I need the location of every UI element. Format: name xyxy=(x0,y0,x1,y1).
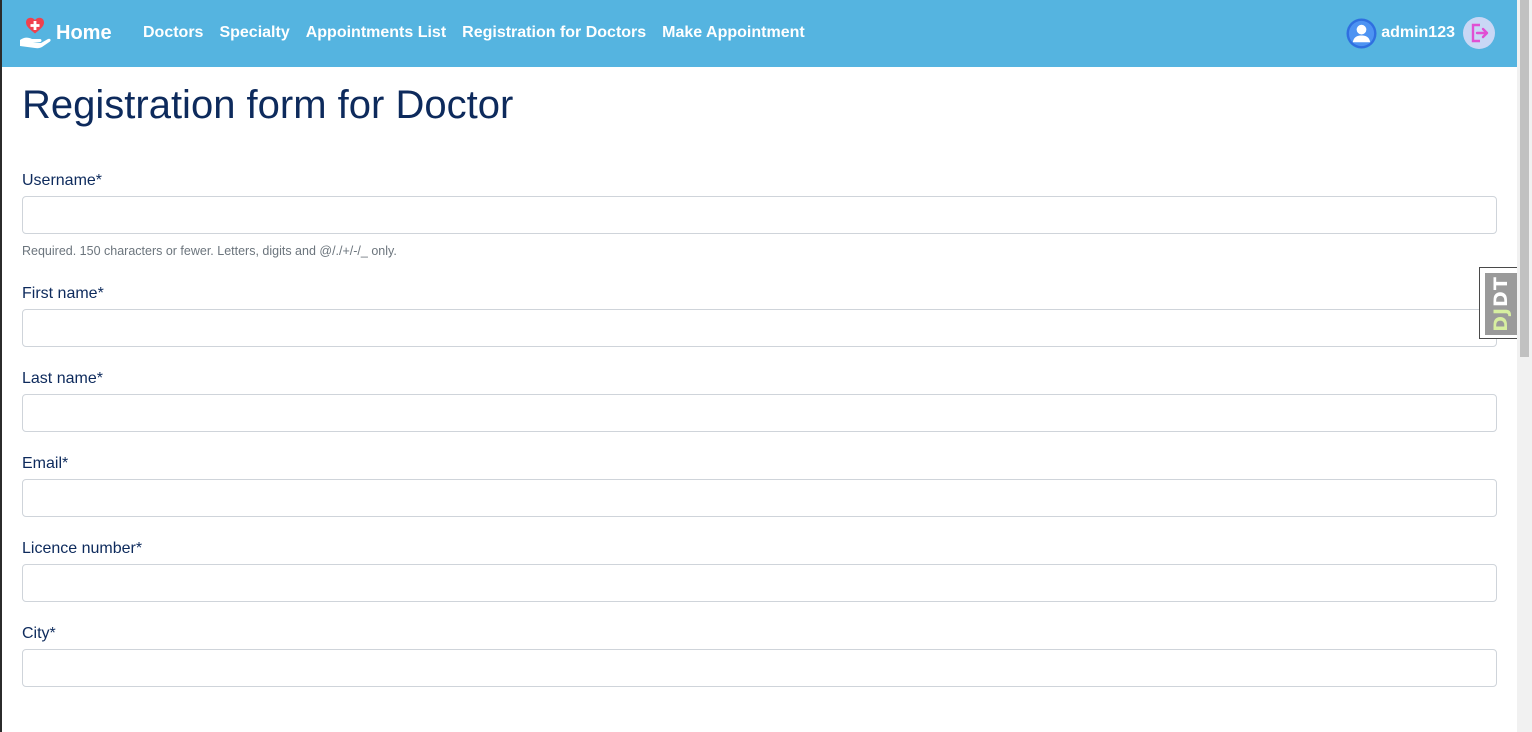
nav-link-doctors[interactable]: Doctors xyxy=(143,22,203,44)
last-name-input[interactable] xyxy=(22,394,1497,432)
username-input[interactable] xyxy=(22,196,1497,234)
last-name-field-group: Last name* xyxy=(22,369,1497,432)
licence-number-input[interactable] xyxy=(22,564,1497,602)
page-title: Registration form for Doctor xyxy=(22,83,514,127)
first-name-input[interactable] xyxy=(22,309,1497,347)
licence-number-label: Licence number* xyxy=(22,540,143,557)
licence-number-field-group: Licence number* xyxy=(22,539,1497,602)
nav-link-specialty[interactable]: Specialty xyxy=(219,22,289,44)
heart-hand-logo-icon xyxy=(20,17,51,49)
djdt-logo-text: DJDT xyxy=(1490,276,1512,332)
logout-icon[interactable] xyxy=(1463,17,1495,49)
first-name-label: First name* xyxy=(22,285,104,302)
first-name-field-group: First name* xyxy=(22,284,1497,347)
user-avatar-icon[interactable] xyxy=(1346,17,1377,49)
username-label[interactable]: admin123 xyxy=(1381,24,1455,42)
nav-link-appointments-list[interactable]: Appointments List xyxy=(306,22,446,44)
username-label-text: Username* xyxy=(22,172,103,189)
brand-home-link[interactable]: Home xyxy=(18,12,112,54)
scrollbar-thumb[interactable] xyxy=(1520,0,1529,357)
user-area: admin123 xyxy=(1346,17,1495,49)
username-help-text: Required. 150 characters or fewer. Lette… xyxy=(22,244,397,258)
email-label: Email* xyxy=(22,455,69,472)
djdt-prefix: DJ xyxy=(1490,306,1513,332)
djdt-handle-inner: DJDT xyxy=(1485,273,1517,335)
djdt-suffix: DT xyxy=(1490,276,1513,307)
nav-link-registration-for-doctors[interactable]: Registration for Doctors xyxy=(462,22,646,44)
vertical-scrollbar[interactable] xyxy=(1517,0,1532,732)
django-debug-toolbar-handle[interactable]: DJDT xyxy=(1479,267,1517,339)
brand-label: Home xyxy=(56,22,112,44)
email-field-group: Email* xyxy=(22,454,1497,517)
page: Home Doctors Specialty Appointments List… xyxy=(0,0,1532,732)
email-input[interactable] xyxy=(22,479,1497,517)
city-field-group: City* xyxy=(22,624,1497,687)
username-field-group: Username* Required. 150 characters or fe… xyxy=(22,171,1497,258)
top-navbar: Home Doctors Specialty Appointments List… xyxy=(2,0,1517,67)
city-input[interactable] xyxy=(22,649,1497,687)
window-left-border xyxy=(0,0,2,732)
nav-link-make-appointment[interactable]: Make Appointment xyxy=(662,22,805,44)
city-label: City* xyxy=(22,625,56,642)
last-name-label: Last name* xyxy=(22,370,103,387)
registration-form: Registration form for Doctor Username* R… xyxy=(22,67,1497,687)
nav-links: Doctors Specialty Appointments List Regi… xyxy=(143,22,821,44)
